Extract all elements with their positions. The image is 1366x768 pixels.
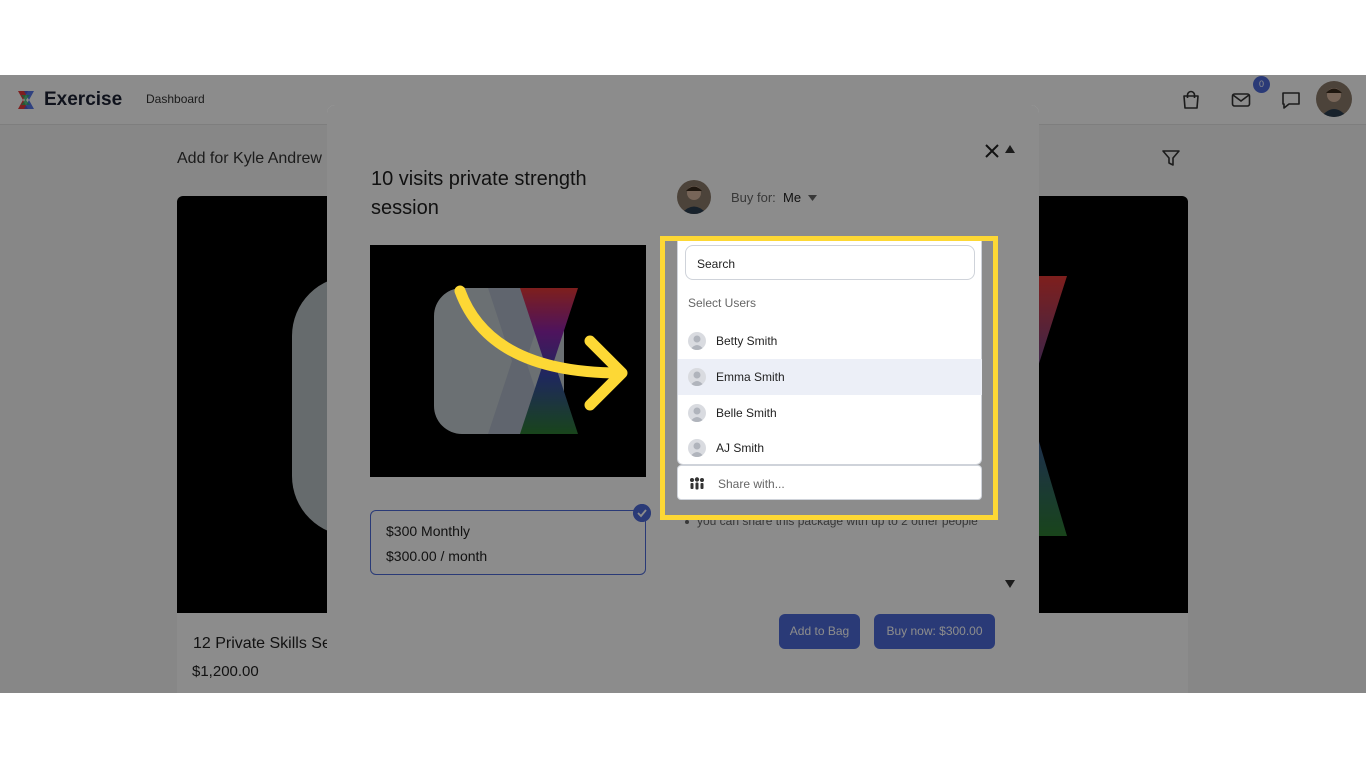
user-avatar-icon (688, 439, 706, 457)
search-input-text: Search (697, 257, 736, 271)
user-avatar-icon (688, 368, 706, 386)
share-with-input[interactable]: Share with... (677, 465, 982, 500)
people-icon (690, 477, 704, 490)
search-input[interactable]: Search (685, 245, 975, 280)
user-option-name: Emma Smith (716, 370, 785, 384)
user-select-dropdown: Search Select Users Betty Smith Emma Smi… (677, 241, 982, 465)
user-avatar-icon (688, 404, 706, 422)
select-users-label: Select Users (688, 296, 757, 310)
app-screen: Exercise Dashboard 0 Add for Kyle Andrew (0, 75, 1366, 693)
share-with-placeholder: Share with... (718, 477, 785, 491)
user-option-name: Belle Smith (716, 406, 777, 420)
annotation-arrow-icon (454, 285, 628, 411)
user-option[interactable]: AJ Smith (678, 430, 982, 466)
user-option[interactable]: Betty Smith (678, 323, 982, 359)
user-option[interactable]: Emma Smith (678, 359, 982, 395)
user-avatar-icon (688, 332, 706, 350)
user-option-name: AJ Smith (716, 441, 765, 455)
user-option[interactable]: Belle Smith (678, 395, 982, 431)
user-option-name: Betty Smith (716, 334, 778, 348)
